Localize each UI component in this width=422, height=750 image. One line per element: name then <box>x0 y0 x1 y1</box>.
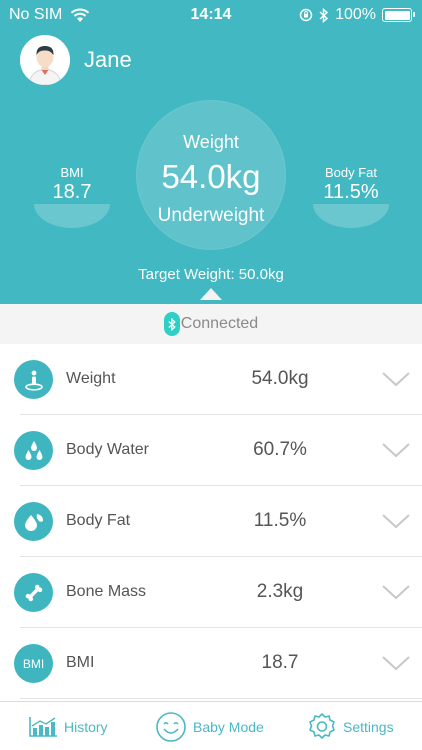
body-fat-bowl-decoration <box>313 204 389 228</box>
connection-status-bar: Connected <box>0 304 422 344</box>
battery-icon <box>382 8 415 22</box>
battery-percent: 100% <box>335 6 376 23</box>
metric-value: 2.3kg <box>256 581 304 602</box>
metric-value: 54.0kg <box>251 368 309 389</box>
target-weight: Target Weight: 50.0kg <box>138 266 284 283</box>
connection-status-text: Connected <box>180 315 259 332</box>
pointer-arrow <box>200 288 222 300</box>
bmi-summary-value: 18.7 <box>52 181 92 203</box>
tab-history[interactable]: History <box>28 702 108 750</box>
weight-summary-value: 54.0kg <box>161 158 261 195</box>
tab-baby-mode[interactable]: Baby Mode <box>155 702 264 750</box>
body-fat-summary-value: 11.5% <box>323 181 379 203</box>
metric-row-body-fat[interactable]: Body Fat 11.5% <box>0 486 422 557</box>
status-bar: No SIM 14:14 100% <box>0 0 422 30</box>
chevron-down-icon[interactable] <box>381 441 411 459</box>
chevron-down-icon[interactable] <box>381 370 411 388</box>
row-divider <box>20 698 422 699</box>
metric-label: Body Fat <box>66 512 131 529</box>
bmi-summary-label: BMI <box>60 165 84 180</box>
scale-person-icon <box>14 360 53 399</box>
metric-value: 18.7 <box>261 652 299 673</box>
bluetooth-icon <box>319 7 329 23</box>
metric-label: Body Water <box>66 441 149 458</box>
avatar[interactable] <box>20 35 70 85</box>
metric-label: BMI <box>66 654 95 671</box>
user-avatar-icon <box>20 35 70 85</box>
tab-settings-label: Settings <box>343 718 394 735</box>
tab-settings[interactable]: Settings <box>307 702 394 750</box>
chevron-down-icon[interactable] <box>381 654 411 672</box>
bottom-tab-bar: History Baby Mode Settings <box>0 701 422 750</box>
metric-row-bmi[interactable]: BMI BMI 18.7 <box>0 628 422 699</box>
chevron-down-icon[interactable] <box>381 583 411 601</box>
body-fat-summary-label: Body Fat <box>324 165 378 180</box>
user-profile[interactable]: Jane <box>20 35 132 85</box>
fat-drops-icon <box>14 502 53 541</box>
water-drops-icon <box>14 431 53 470</box>
metric-row-weight[interactable]: Weight 54.0kg <box>0 344 422 415</box>
bluetooth-connected-icon <box>163 312 180 336</box>
header-panel: No SIM 14:14 100% Jane BMI 18.7 Weight 5… <box>0 0 422 304</box>
metric-label: Bone Mass <box>66 583 147 600</box>
battery-level <box>384 10 410 20</box>
gear-icon <box>309 712 335 739</box>
orientation-lock-icon <box>299 8 313 22</box>
weight-summary-label: Weight <box>183 132 239 152</box>
metric-value: 11.5% <box>253 510 307 531</box>
metrics-list: Weight 54.0kg Body Water 60.7% Body Fat … <box>0 344 422 699</box>
bmi-bowl-decoration <box>34 204 110 228</box>
chevron-down-icon[interactable] <box>381 512 411 530</box>
smiley-icon <box>156 711 186 742</box>
metric-row-bone-mass[interactable]: Bone Mass 2.3kg <box>0 557 422 628</box>
bmi-summary: BMI 18.7 <box>34 165 110 204</box>
metric-row-body-water[interactable]: Body Water 60.7% <box>0 415 422 486</box>
bar-chart-icon <box>29 716 57 737</box>
tab-baby-mode-label: Baby Mode <box>193 718 264 735</box>
tab-history-label: History <box>64 718 108 735</box>
weight-summary-circle: Weight 54.0kg Underweight <box>136 100 286 250</box>
user-name: Jane <box>84 47 132 72</box>
metric-value: 60.7% <box>253 439 307 460</box>
body-fat-summary: Body Fat 11.5% <box>313 165 389 204</box>
bone-icon <box>14 573 53 612</box>
metric-label: Weight <box>66 370 116 387</box>
weight-status: Underweight <box>157 205 265 226</box>
bmi-icon: BMI <box>14 644 53 683</box>
